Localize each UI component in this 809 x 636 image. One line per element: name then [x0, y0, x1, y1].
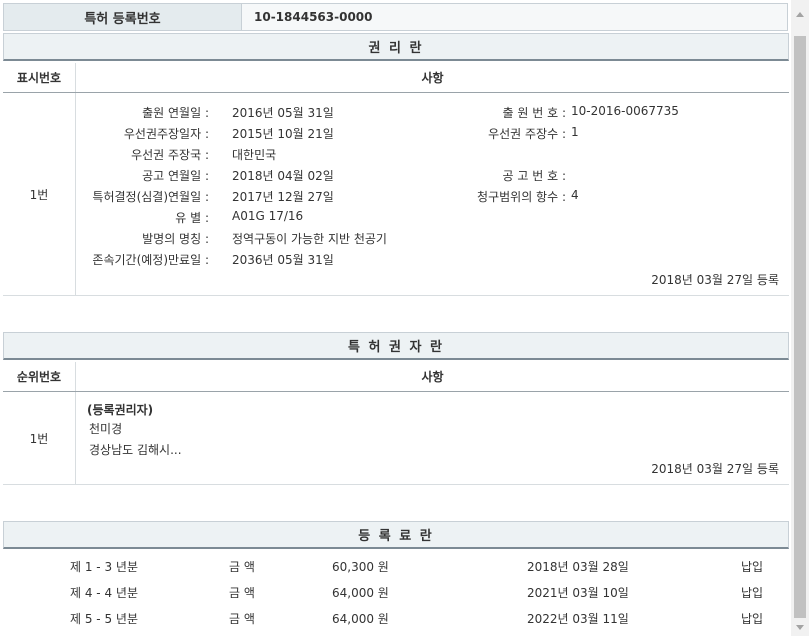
scroll-up-arrow-icon[interactable] — [796, 12, 804, 17]
holders-row-number: 1번 — [3, 392, 76, 484]
holders-registration-date: 2018년 03월 27일 등록 — [651, 462, 779, 476]
fee-amount: 60,300 원 — [332, 560, 389, 574]
fees-section-title: 등 록 료 란 — [3, 521, 789, 549]
fee-period: 제 5 - 5 년분 — [70, 612, 138, 626]
priority-count-label: 우선권 주장수 : — [488, 127, 566, 141]
fee-payment-date: 2018년 03월 28일 — [527, 560, 629, 574]
publication-number-label: 공 고 번 호 : — [502, 169, 566, 183]
fee-status: 납입 — [741, 612, 764, 626]
invention-title-value: 정역구동이 가능한 지반 천공기 — [232, 232, 387, 246]
publication-date-value: 2018년 04월 02일 — [232, 169, 334, 183]
fee-amount-label: 금 액 — [229, 612, 255, 626]
col-display-number: 표시번호 — [3, 63, 76, 92]
priority-country-value: 대한민국 — [232, 148, 277, 162]
vertical-scrollbar[interactable] — [791, 0, 809, 636]
scrollbar-thumb[interactable] — [794, 36, 806, 618]
expiry-date-label: 존속기간(예정)만료일 : — [92, 253, 209, 267]
fee-amount-label: 금 액 — [229, 560, 255, 574]
fee-row: 제 1 - 3 년분 금 액 60,300 원 2018년 03월 28일 납입 — [0, 552, 791, 578]
application-number-label: 출 원 번 호 : — [502, 106, 566, 120]
fee-payment-date: 2022년 03월 11일 — [527, 612, 629, 626]
holders-column-header: 순위번호 사항 — [3, 362, 789, 392]
holders-section-title: 특 허 권 자 란 — [3, 332, 789, 360]
invention-title-label: 발명의 명칭 : — [142, 232, 209, 246]
scroll-down-arrow-icon[interactable] — [796, 625, 804, 630]
fee-payment-date: 2021년 03월 10일 — [527, 586, 629, 600]
holder-type: (등록권리자) — [87, 403, 154, 417]
rights-section-title: 권 리 란 — [3, 33, 789, 61]
holder-name: 천미경 — [89, 422, 123, 436]
holder-address: 경상남도 김해시... — [89, 443, 182, 457]
decision-date-value: 2017년 12월 27일 — [232, 190, 334, 204]
rights-column-header: 표시번호 사항 — [3, 63, 789, 93]
rights-registration-date: 2018년 03월 27일 등록 — [651, 273, 779, 287]
fee-period: 제 4 - 4 년분 — [70, 586, 138, 600]
priority-count-value: 1 — [571, 125, 579, 139]
registration-number-label: 특허 등록번호 — [4, 4, 242, 30]
fee-status: 납입 — [741, 586, 764, 600]
fee-status: 납입 — [741, 560, 764, 574]
claims-count-value: 4 — [571, 188, 579, 202]
expiry-date-value: 2036년 05월 31일 — [232, 253, 334, 267]
rights-row-number: 1번 — [3, 93, 76, 295]
fee-row: 제 4 - 4 년분 금 액 64,000 원 2021년 03월 10일 납입 — [0, 578, 791, 604]
filing-date-value: 2016년 05월 31일 — [232, 106, 334, 120]
fee-row: 제 5 - 5 년분 금 액 64,000 원 2022년 03월 11일 납입 — [0, 604, 791, 630]
classification-value: A01G 17/16 — [232, 209, 304, 223]
priority-date-value: 2015년 10월 21일 — [232, 127, 334, 141]
registration-number-value: 10-1844563-0000 — [242, 4, 787, 30]
registration-number-header: 특허 등록번호 10-1844563-0000 — [3, 3, 788, 31]
col-item: 사항 — [421, 370, 444, 384]
claims-count-label: 청구범위의 항수 : — [477, 190, 566, 204]
col-rank-number: 순위번호 — [3, 362, 76, 391]
classification-label: 유 별 : — [175, 211, 209, 225]
priority-country-label: 우선권 주장국 : — [131, 148, 209, 162]
publication-date-label: 공고 연월일 : — [142, 169, 209, 183]
decision-date-label: 특허결정(심결)연월일 : — [92, 190, 209, 204]
application-number-value: 10-2016-0067735 — [571, 104, 679, 118]
fee-amount: 64,000 원 — [332, 612, 389, 626]
fee-amount-label: 금 액 — [229, 586, 255, 600]
col-item: 사항 — [421, 71, 444, 85]
fee-amount: 64,000 원 — [332, 586, 389, 600]
priority-date-label: 우선권주장일자 : — [123, 127, 209, 141]
filing-date-label: 출원 연월일 : — [142, 106, 209, 120]
fee-period: 제 1 - 3 년분 — [70, 560, 138, 574]
